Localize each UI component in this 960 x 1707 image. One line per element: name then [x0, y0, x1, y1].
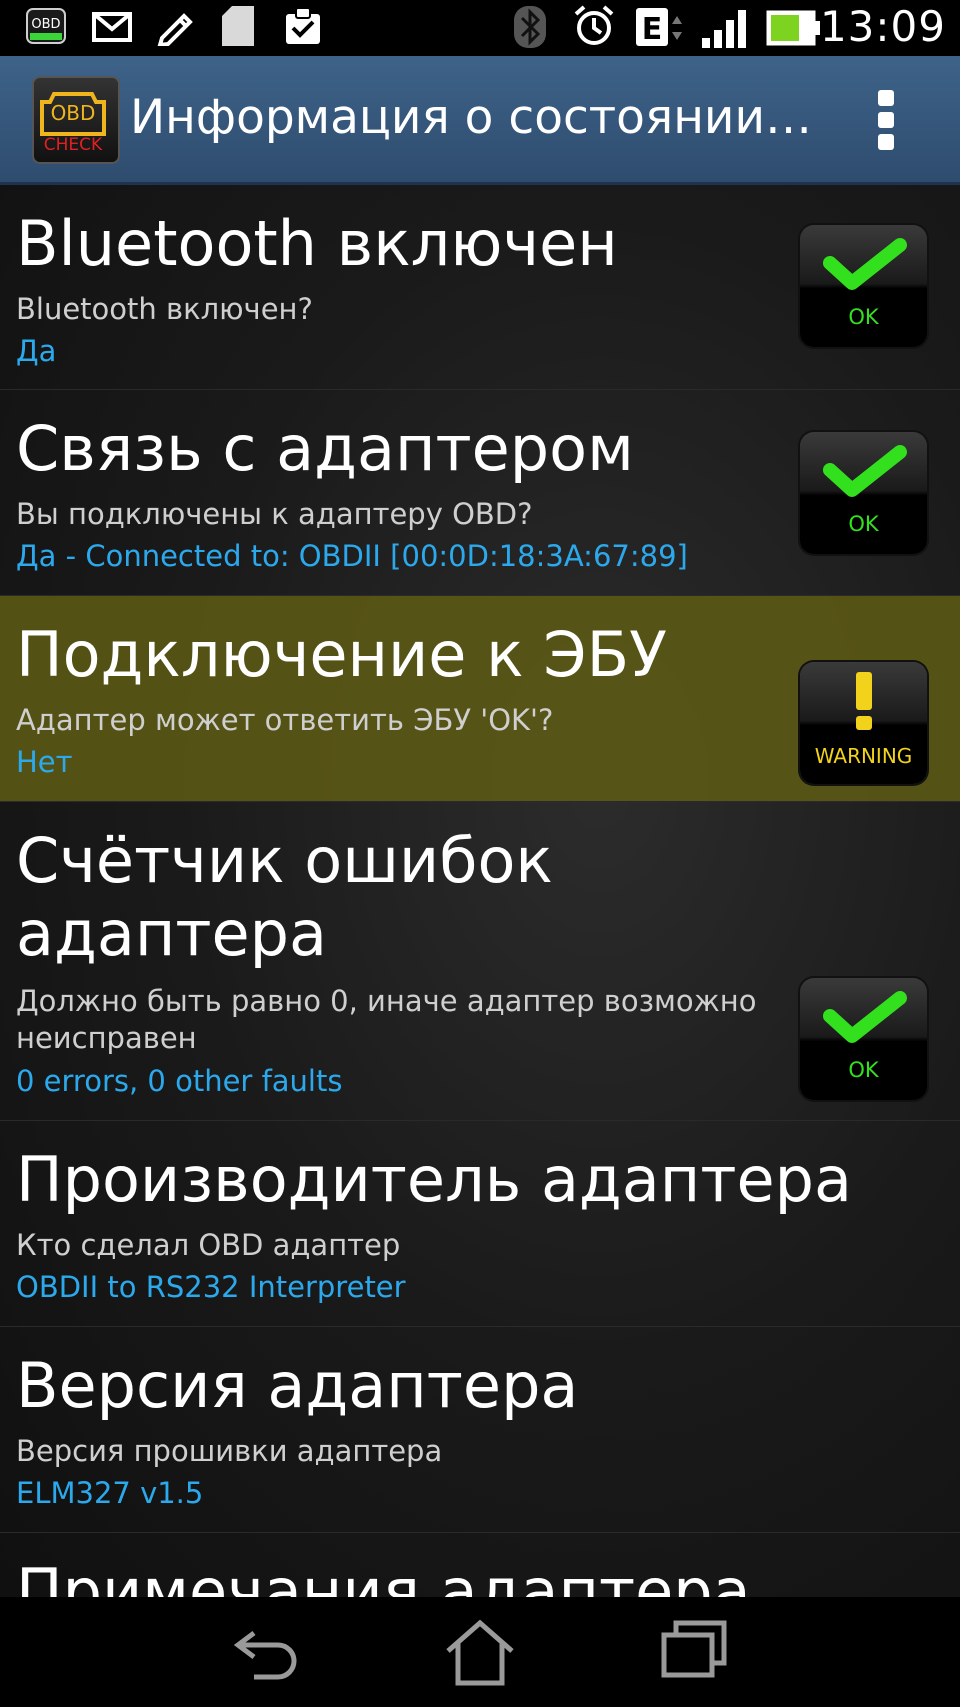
logo-text-bottom: CHECK — [44, 135, 103, 155]
back-button[interactable] — [232, 1619, 302, 1687]
check-icon — [823, 445, 907, 497]
item-title: Производитель адаптера — [16, 1143, 852, 1216]
network-type-label: E — [642, 12, 663, 47]
warning-status-badge: WARNING — [800, 662, 927, 784]
alarm-icon — [572, 4, 616, 52]
list-item-adapter-manufacturer[interactable]: Производитель адаптера Кто сделал OBD ад… — [0, 1121, 960, 1327]
item-subtitle-line-1: Должно быть равно 0, иначе адаптер возмо… — [16, 984, 757, 1018]
status-bar: OBD E 13:09 — [0, 0, 960, 56]
app-logo-icon[interactable]: OBD CHECK — [32, 76, 120, 164]
item-subtitle-line-2: неисправен — [16, 1021, 197, 1055]
item-title-line-2: адаптера — [16, 897, 327, 970]
exclamation-icon — [856, 672, 872, 730]
item-subtitle: Версия прошивки адаптера — [16, 1434, 443, 1468]
list-item-bluetooth[interactable]: Bluetooth включен Bluetooth включен? Да … — [0, 185, 960, 390]
item-title: Примечания адаптера — [16, 1555, 751, 1597]
status-list[interactable]: Bluetooth включен Bluetooth включен? Да … — [0, 185, 960, 1597]
svg-text:OBD: OBD — [31, 17, 60, 32]
recent-apps-button[interactable] — [660, 1619, 730, 1685]
recent-apps-icon — [661, 1620, 727, 1678]
ok-status-badge: OK — [800, 432, 927, 554]
obd-notification-icon: OBD — [26, 8, 66, 48]
item-value: Да - Connected to: OBDII [00:0D:18:3A:67… — [16, 539, 688, 573]
screen-title: Информация о состоянии… — [130, 90, 813, 145]
logo-text-top: OBD — [51, 101, 96, 125]
back-icon — [233, 1631, 297, 1680]
home-button[interactable] — [444, 1619, 516, 1691]
badge-label: OK — [848, 305, 879, 329]
pencil-icon — [156, 8, 196, 50]
clock-time: 13:09 — [819, 2, 946, 51]
bluetooth-icon — [514, 6, 546, 52]
item-title: Связь с адаптером — [16, 412, 634, 485]
list-item-adapter-error-counter[interactable]: Счётчик ошибок адаптера Должно быть равн… — [0, 802, 960, 1121]
navigation-bar — [0, 1597, 960, 1707]
item-value: Нет — [16, 745, 73, 779]
item-value: 0 errors, 0 other faults — [16, 1064, 343, 1098]
battery-icon — [766, 10, 822, 50]
item-value: ELM327 v1.5 — [16, 1476, 204, 1510]
home-icon — [446, 1619, 514, 1686]
list-item-ecu-connection[interactable]: Подключение к ЭБУ Адаптер может ответить… — [0, 596, 960, 802]
clipboard-check-icon — [284, 6, 322, 50]
list-item-adapter-version[interactable]: Версия адаптера Версия прошивки адаптера… — [0, 1327, 960, 1533]
ok-status-badge: OK — [800, 978, 927, 1100]
list-item-adapter-notes[interactable]: Примечания адаптера — [0, 1533, 960, 1597]
badge-label: WARNING — [814, 744, 913, 768]
item-title-line-1: Счётчик ошибок — [16, 824, 553, 897]
badge-label: OK — [848, 1058, 879, 1082]
item-subtitle: Bluetooth включен? — [16, 292, 313, 326]
mail-icon — [92, 12, 132, 46]
signal-icon — [702, 8, 750, 52]
ok-status-badge: OK — [800, 225, 927, 347]
item-title: Bluetooth включен — [16, 207, 618, 280]
item-title: Подключение к ЭБУ — [16, 618, 667, 691]
badge-label: OK — [848, 512, 879, 536]
item-title: Версия адаптера — [16, 1349, 579, 1422]
sd-card-icon — [222, 6, 254, 50]
item-subtitle: Кто сделал OBD адаптер — [16, 1228, 401, 1262]
check-icon — [823, 238, 907, 290]
item-value: Да — [16, 334, 57, 368]
check-icon — [823, 991, 907, 1043]
edge-network-icon: E — [636, 8, 686, 52]
item-value: OBDII to RS232 Interpreter — [16, 1270, 406, 1304]
overflow-menu-icon[interactable] — [874, 90, 898, 150]
action-bar: OBD CHECK Информация о состоянии… — [0, 56, 960, 185]
item-subtitle: Адаптер может ответить ЭБУ 'OK'? — [16, 703, 554, 737]
list-item-adapter-connection[interactable]: Связь с адаптером Вы подключены к адапте… — [0, 390, 960, 596]
item-subtitle: Вы подключены к адаптеру OBD? — [16, 497, 533, 531]
